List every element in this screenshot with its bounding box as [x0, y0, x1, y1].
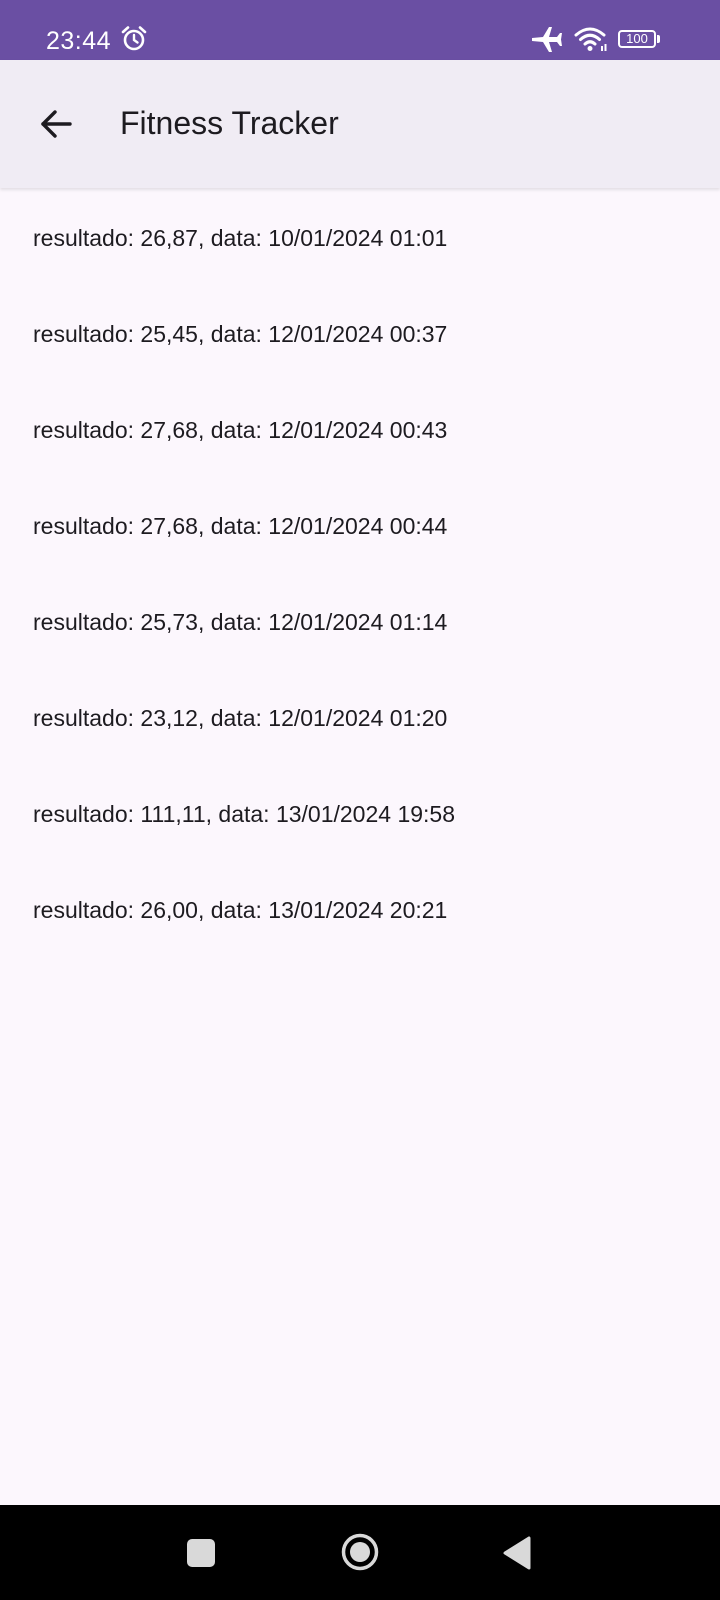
results-list: resultado: 26,87, data: 10/01/2024 01:01… — [0, 190, 720, 958]
app-bar: Fitness Tracker — [0, 60, 720, 188]
result-item[interactable]: resultado: 26,87, data: 10/01/2024 01:01 — [0, 190, 720, 286]
wifi-icon — [574, 27, 607, 51]
result-item[interactable]: resultado: 27,68, data: 12/01/2024 00:43 — [0, 382, 720, 478]
alarm-icon — [121, 26, 147, 51]
result-item[interactable]: resultado: 23,12, data: 12/01/2024 01:20 — [0, 670, 720, 766]
recents-icon[interactable] — [187, 1539, 215, 1567]
arrow-left-icon — [41, 110, 72, 138]
result-item[interactable]: resultado: 26,00, data: 13/01/2024 20:21 — [0, 862, 720, 958]
page-title: Fitness Tracker — [120, 105, 339, 141]
home-icon[interactable] — [340, 1532, 380, 1572]
navigation-bar — [0, 1505, 720, 1600]
status-bar: 23:44 100 — [0, 0, 720, 60]
battery-level: 100 — [618, 30, 656, 48]
result-item[interactable]: resultado: 111,11, data: 13/01/2024 19:5… — [0, 766, 720, 862]
airplane-icon — [532, 27, 562, 52]
result-item[interactable]: resultado: 25,73, data: 12/01/2024 01:14 — [0, 574, 720, 670]
result-item[interactable]: resultado: 27,68, data: 12/01/2024 00:44 — [0, 478, 720, 574]
status-time: 23:44 — [46, 27, 112, 55]
back-triangle-icon[interactable] — [502, 1535, 532, 1571]
battery-tip — [657, 35, 660, 43]
battery-icon: 100 — [618, 30, 662, 50]
back-button[interactable] — [26, 94, 86, 154]
result-item[interactable]: resultado: 25,45, data: 12/01/2024 00:37 — [0, 286, 720, 382]
